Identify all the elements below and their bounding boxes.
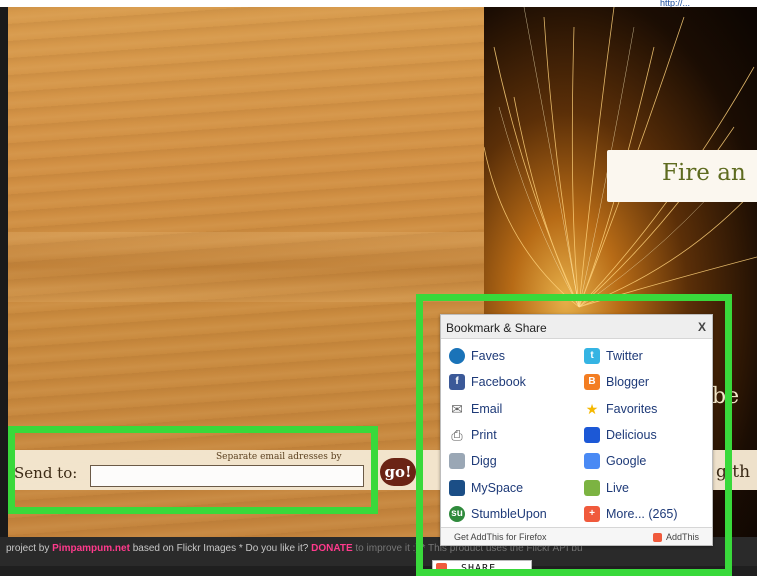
- footer-prefix: project by: [6, 543, 53, 554]
- footer-middle: based on Flickr Images * Do you like it?: [129, 543, 312, 554]
- photo-title-card: Fire an: [607, 150, 757, 202]
- footer-brand-link[interactable]: Pimpampum.net: [52, 543, 130, 554]
- footer-donate-link[interactable]: DONATE: [311, 543, 352, 554]
- page-stage: http://... Fire an be Send to: Separate …: [0, 0, 757, 576]
- highlight-send-field: [8, 426, 378, 514]
- wood-band: [8, 232, 484, 302]
- photo-title: Fire an: [662, 160, 746, 186]
- highlight-share-popup: [416, 294, 732, 576]
- go-button[interactable]: go!: [380, 458, 416, 486]
- top-strip: http://...: [0, 0, 757, 8]
